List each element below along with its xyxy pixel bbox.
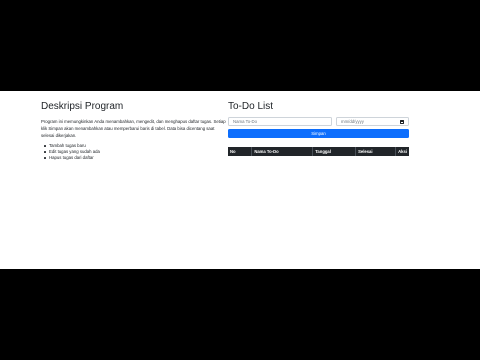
table-header-row: No Nama To-Do Tanggal Selesai Aksi: [228, 147, 409, 156]
feature-item-delete: Hapus tugas dari daftar: [44, 155, 226, 161]
todo-date-placeholder: mm/dd/yyyy: [341, 119, 364, 124]
header-done: Selesai: [355, 147, 397, 156]
todo-name-placeholder: Nama To-Do: [233, 119, 258, 124]
todo-date-input[interactable]: mm/dd/yyyy: [336, 117, 409, 126]
header-no: No: [228, 147, 253, 156]
todo-name-input[interactable]: Nama To-Do: [228, 117, 332, 126]
save-button[interactable]: Simpan: [228, 129, 409, 138]
todo-title: To-Do List: [228, 101, 274, 112]
header-name: Nama To-Do: [251, 147, 314, 156]
description-section: Deskripsi Program Program ini memungkink…: [41, 101, 226, 161]
description-text: Program ini memungkinkan Anda menambahka…: [41, 119, 226, 138]
description-title: Deskripsi Program: [41, 101, 124, 112]
todo-section: To-Do List Nama To-Do mm/dd/yyyy Simpan …: [228, 101, 409, 156]
todo-form: Nama To-Do mm/dd/yyyy: [228, 117, 409, 126]
todo-table: No Nama To-Do Tanggal Selesai Aksi: [228, 147, 409, 156]
header-date: Tanggal: [312, 147, 357, 156]
calendar-icon[interactable]: [400, 119, 404, 124]
feature-list: Tambah tugas baru Edit tugas yang sudah …: [41, 143, 226, 161]
page-viewport: Deskripsi Program Program ini memungkink…: [0, 91, 480, 269]
header-action: Aksi: [395, 147, 409, 156]
